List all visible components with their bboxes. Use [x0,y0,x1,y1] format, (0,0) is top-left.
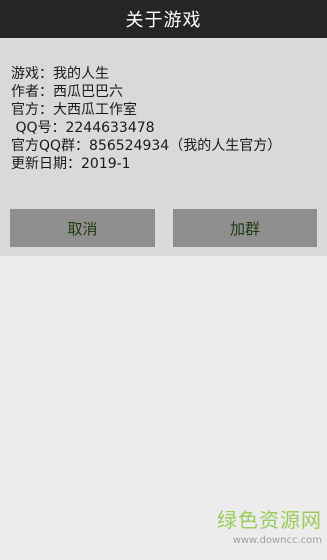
page-title: 关于游戏 [125,10,202,31]
watermark: 绿色资源网 www.downcc.com [190,508,322,548]
info-official: 官方：大西瓜工作室 [11,102,137,118]
join-group-button-label: 加群 [229,219,260,238]
info-qq-number: QQ号：2244633478 [11,120,155,136]
info-game-name: 游戏：我的人生 [11,66,109,82]
info-update-date: 更新日期：2019-1 [11,156,131,172]
watermark-url: www.downcc.com [232,535,322,546]
title-bar: 关于游戏 [0,0,327,38]
info-qq-group: 官方QQ群：856524934（我的人生官方） [11,138,282,154]
about-dialog: 游戏：我的人生 作者：西瓜巴巴六 官方：大西瓜工作室 QQ号：224463347… [0,38,327,256]
cancel-button[interactable]: 取消 [10,209,155,247]
join-group-button[interactable]: 加群 [173,209,317,247]
game-info: 游戏：我的人生 作者：西瓜巴巴六 官方：大西瓜工作室 QQ号：224463347… [11,65,321,173]
watermark-title: 绿色资源网 [217,508,322,532]
cancel-button-label: 取消 [67,219,98,238]
info-author: 作者：西瓜巴巴六 [11,84,123,100]
